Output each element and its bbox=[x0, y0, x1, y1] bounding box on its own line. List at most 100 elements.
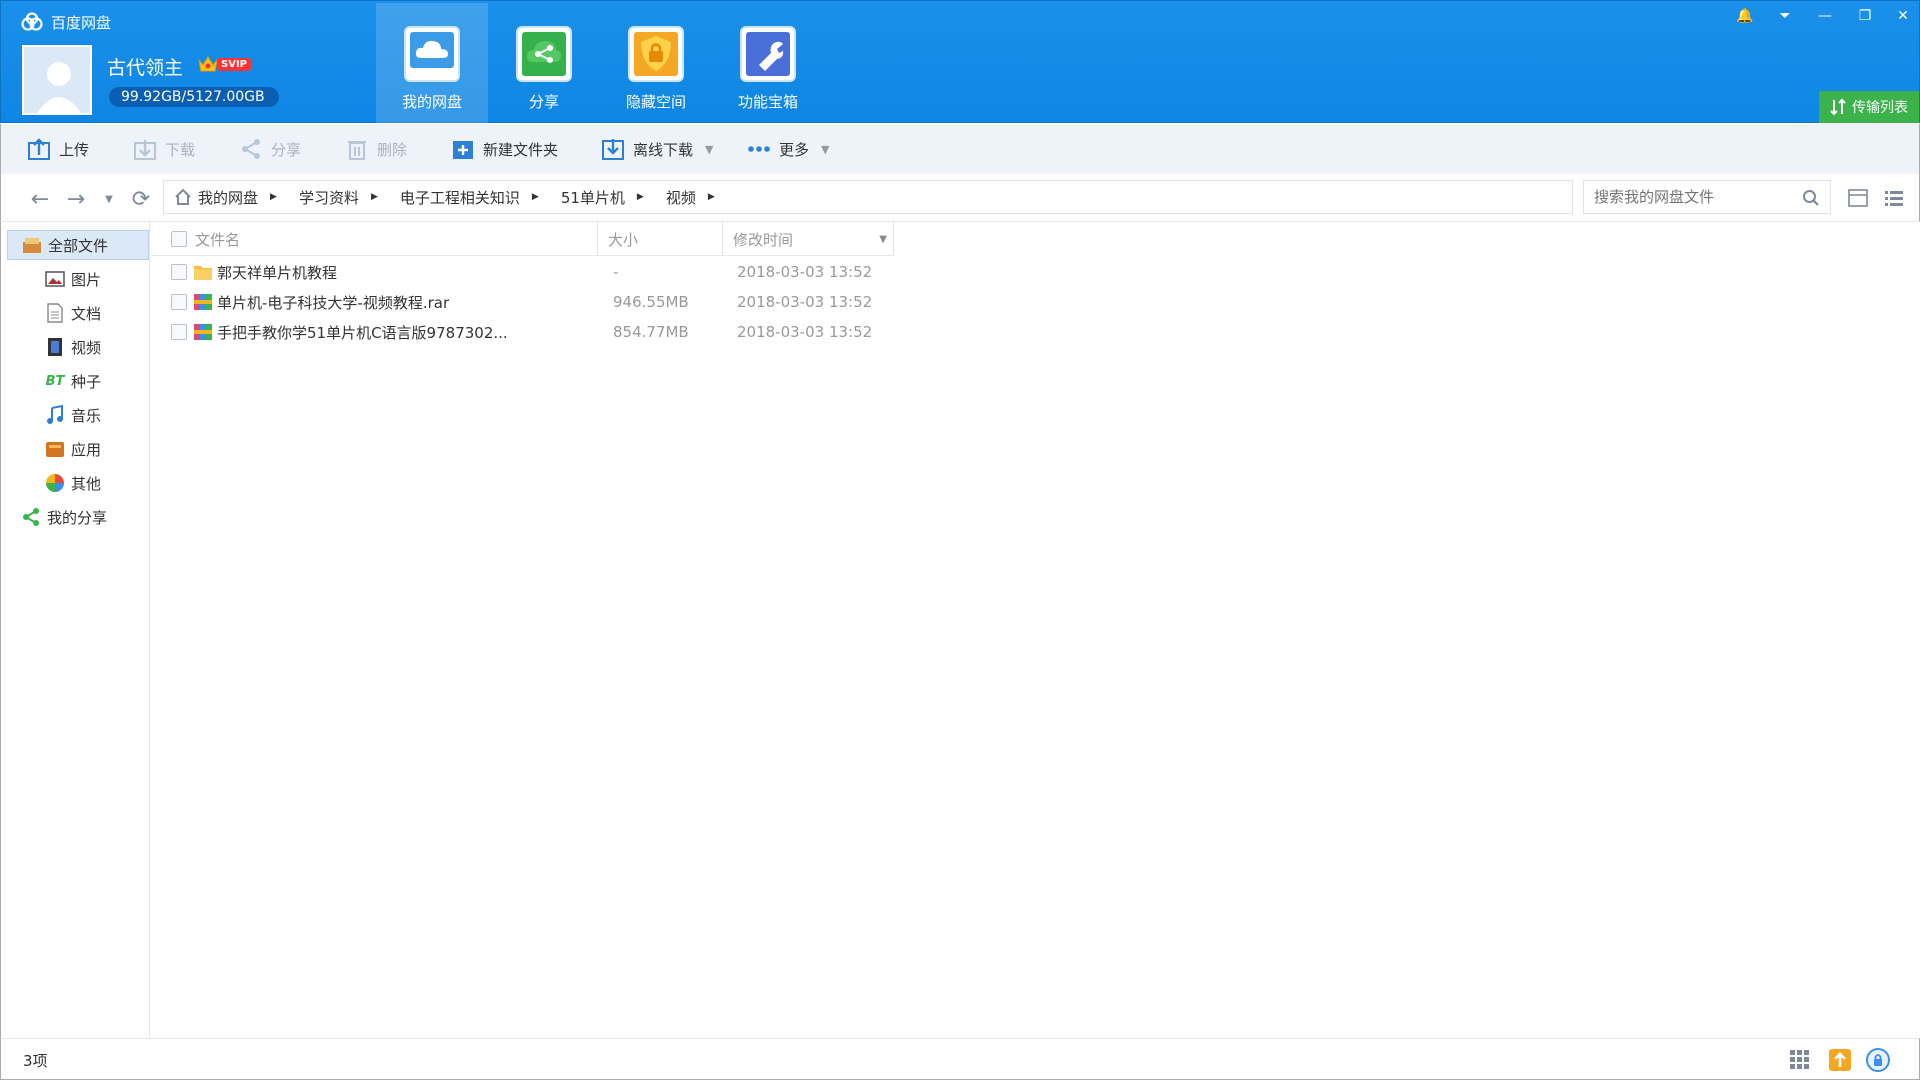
breadcrumb-item[interactable]: 视频 ▶ bbox=[666, 187, 715, 208]
column-size-header[interactable]: 大小 bbox=[598, 222, 723, 256]
breadcrumb-label: 我的网盘 bbox=[198, 188, 259, 207]
tab-label: 我的网盘 bbox=[401, 93, 462, 111]
tab-label: 隐藏空间 bbox=[625, 93, 686, 111]
other-icon bbox=[45, 473, 65, 493]
breadcrumb-item[interactable]: 学习资料 ▶ bbox=[299, 187, 378, 208]
sort-caret-icon[interactable]: ▼ bbox=[879, 234, 887, 245]
dropdown-icon[interactable]: ⏷ bbox=[1767, 3, 1803, 29]
tab-share[interactable]: 分享 bbox=[488, 3, 600, 123]
caret-right-icon: ▶ bbox=[531, 192, 539, 202]
avatar[interactable] bbox=[22, 45, 92, 115]
table-row[interactable]: 郭天祥单片机教程 - 2018-03-03 13:52 bbox=[151, 257, 894, 287]
wrench-toolbox-icon bbox=[740, 26, 796, 82]
file-size: - bbox=[613, 263, 619, 281]
back-icon[interactable]: ← bbox=[27, 186, 53, 212]
my-share-icon bbox=[21, 507, 41, 527]
search-box bbox=[1583, 180, 1831, 214]
transfer-list-button[interactable]: 传输列表 bbox=[1819, 91, 1919, 123]
list-view-icon[interactable] bbox=[1883, 187, 1905, 209]
minimize-icon[interactable]: — bbox=[1807, 3, 1843, 29]
history-dropdown-icon[interactable]: ▼ bbox=[96, 186, 122, 212]
file-modified: 2018-03-03 13:52 bbox=[737, 263, 873, 281]
sidebar-item-other[interactable]: 其他 bbox=[45, 468, 145, 498]
username[interactable]: 古代领主 bbox=[107, 53, 183, 80]
svip-badge[interactable]: SVIP bbox=[197, 53, 251, 75]
row-checkbox[interactable] bbox=[171, 294, 187, 310]
more-button[interactable]: 更多 ▼ bbox=[747, 134, 829, 164]
bell-icon[interactable]: 🔔 bbox=[1727, 3, 1763, 29]
tab-label: 分享 bbox=[528, 93, 559, 111]
share-button[interactable]: 分享 bbox=[239, 134, 301, 164]
select-all-checkbox[interactable] bbox=[171, 231, 187, 247]
caret-right-icon: ▶ bbox=[370, 192, 378, 202]
close-icon[interactable]: ✕ bbox=[1885, 3, 1920, 29]
breadcrumb-item[interactable]: 51单片机 ▶ bbox=[561, 187, 644, 208]
forward-icon[interactable]: → bbox=[63, 186, 89, 212]
row-checkbox[interactable] bbox=[171, 264, 187, 280]
file-modified: 2018-03-03 13:52 bbox=[737, 323, 873, 341]
tab-toolbox[interactable]: 功能宝箱 bbox=[712, 3, 824, 123]
sidebar-item-documents[interactable]: 文档 bbox=[45, 298, 145, 328]
sidebar-item-music[interactable]: 音乐 bbox=[45, 400, 145, 430]
search-input[interactable] bbox=[1594, 188, 1794, 206]
breadcrumb-item[interactable]: 电子工程相关知识 ▶ bbox=[400, 187, 539, 208]
breadcrumb-label: 电子工程相关知识 bbox=[399, 188, 520, 207]
lock-shield-icon bbox=[628, 26, 684, 82]
sidebar-item-videos[interactable]: 视频 bbox=[45, 332, 145, 362]
preview-pane-icon[interactable] bbox=[1847, 187, 1869, 209]
column-name-header[interactable]: 文件名 bbox=[151, 222, 598, 256]
file-size: 946.55MB bbox=[613, 293, 689, 311]
item-count: 3项 bbox=[23, 1052, 48, 1070]
grid-view-icon[interactable] bbox=[1787, 1047, 1813, 1073]
upload-status-icon[interactable] bbox=[1827, 1047, 1853, 1073]
file-list-header: 文件名 大小 修改时间 ▼ bbox=[151, 222, 894, 256]
tab-hidden-space[interactable]: 隐藏空间 bbox=[600, 3, 712, 123]
sidebar-item-all-files[interactable]: 全部文件 bbox=[7, 230, 149, 260]
file-modified: 2018-03-03 13:52 bbox=[737, 293, 873, 311]
caret-right-icon: ▶ bbox=[636, 192, 644, 202]
chevron-down-icon: ▼ bbox=[705, 142, 714, 156]
file-name[interactable]: 郭天祥单片机教程 bbox=[217, 262, 337, 283]
refresh-icon[interactable]: ⟳ bbox=[128, 186, 154, 212]
sidebar-item-label: 种子 bbox=[71, 372, 102, 391]
delete-label: 删除 bbox=[377, 140, 408, 159]
row-checkbox[interactable] bbox=[171, 324, 187, 340]
search-icon[interactable] bbox=[1802, 189, 1820, 207]
file-size: 854.77MB bbox=[613, 323, 689, 341]
offline-download-button[interactable]: 离线下载 ▼ bbox=[601, 134, 713, 164]
delete-button[interactable]: 删除 bbox=[345, 134, 407, 164]
sidebar-item-pictures[interactable]: 图片 bbox=[45, 264, 145, 294]
file-name[interactable]: 手把手教你学51单片机C语言版9787302... bbox=[217, 322, 508, 343]
table-row[interactable]: 单片机-电子科技大学-视频教程.rar 946.55MB 2018-03-03 … bbox=[151, 287, 894, 317]
trash-icon bbox=[348, 141, 366, 160]
app-icon bbox=[45, 439, 65, 459]
sidebar-item-label: 视频 bbox=[71, 338, 102, 357]
restore-icon[interactable]: ❐ bbox=[1847, 3, 1883, 29]
table-row[interactable]: 手把手教你学51单片机C语言版9787302... 854.77MB 2018-… bbox=[151, 317, 894, 347]
toolbar: 上传 下载 分享 删除 新建文件夹 离线下载 ▼ 更多 ▼ bbox=[0, 124, 1920, 174]
app-title-label: 百度网盘 bbox=[51, 13, 112, 32]
file-name[interactable]: 单片机-电子科技大学-视频教程.rar bbox=[217, 292, 449, 313]
breadcrumb-item[interactable]: 我的网盘 ▶ bbox=[198, 187, 277, 208]
document-icon bbox=[45, 303, 65, 323]
home-icon[interactable] bbox=[174, 188, 192, 206]
sidebar-item-my-share[interactable]: 我的分享 bbox=[21, 502, 145, 532]
download-label: 下载 bbox=[165, 140, 196, 159]
transfer-list-label: 传输列表 bbox=[1852, 100, 1908, 116]
new-folder-button[interactable]: 新建文件夹 bbox=[451, 134, 558, 164]
download-button[interactable]: 下载 bbox=[133, 134, 195, 164]
download-icon bbox=[134, 140, 156, 160]
app-title: 百度网盘 bbox=[19, 9, 111, 35]
storage-quota: 99.92GB/5127.00GB bbox=[109, 87, 279, 107]
upload-button[interactable]: 上传 bbox=[27, 134, 89, 164]
lock-status-icon[interactable] bbox=[1865, 1047, 1891, 1073]
column-modified-header[interactable]: 修改时间 ▼ bbox=[723, 222, 894, 256]
tab-my-netdisk[interactable]: 我的网盘 bbox=[376, 3, 488, 123]
more-dots-icon bbox=[748, 146, 770, 152]
video-icon bbox=[45, 337, 65, 357]
sidebar-item-torrents[interactable]: BT 种子 bbox=[45, 366, 145, 396]
new-folder-label: 新建文件夹 bbox=[483, 140, 559, 159]
sidebar-item-apps[interactable]: 应用 bbox=[45, 434, 145, 464]
baidu-cloud-logo-icon bbox=[21, 12, 43, 31]
column-name-label: 文件名 bbox=[195, 230, 241, 249]
